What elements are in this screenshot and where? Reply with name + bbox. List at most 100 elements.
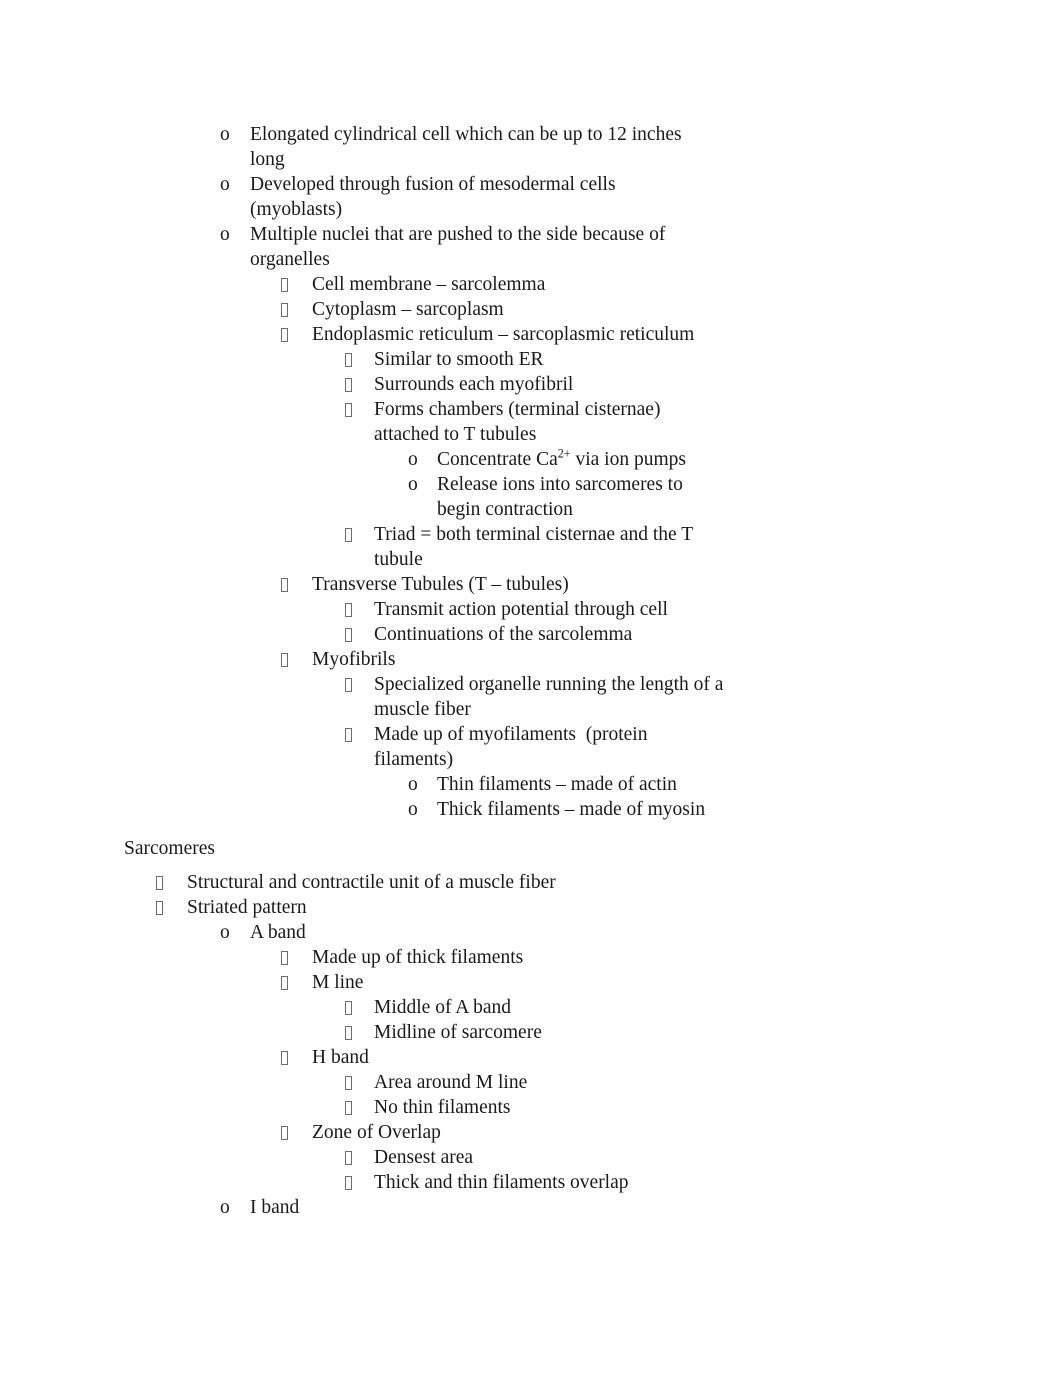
- outline-item-text: Area around M line: [374, 1072, 528, 1093]
- bullet-missing-glyph-icon: [281, 1120, 288, 1145]
- bullet-missing-glyph-icon: [281, 272, 288, 297]
- outline-item: Area around M line: [0, 1070, 1062, 1095]
- tofu-box: [345, 1176, 352, 1190]
- outline-item-text-part: via ion pumps: [570, 449, 686, 470]
- bullet-missing-glyph-icon: [345, 672, 352, 697]
- bullet-missing-glyph-icon: [345, 995, 352, 1020]
- outline-item-text: Made up of thick filaments: [312, 947, 524, 968]
- outline-item: Midline of sarcomere: [0, 1020, 1062, 1045]
- bullet-missing-glyph-icon: [281, 647, 288, 672]
- tofu-box: [156, 876, 163, 890]
- tofu-box: [281, 278, 288, 292]
- bullet-missing-glyph-icon: [281, 572, 288, 597]
- outline-item: Densest area: [0, 1145, 1062, 1170]
- outline-item-text-part: Concentrate Ca: [437, 449, 558, 470]
- bullet-missing-glyph-icon: [345, 1020, 352, 1045]
- outline-item: Continuations of the sarcolemma: [0, 622, 1062, 647]
- outline-item: o Thick filaments – made of myosin: [0, 797, 1062, 822]
- tofu-box: [345, 528, 352, 542]
- outline-item-text: M line: [312, 972, 364, 993]
- outline-item: Specialized organelle running the length…: [0, 672, 1062, 722]
- tofu-box: [281, 303, 288, 317]
- outline-item: No thin filaments: [0, 1095, 1062, 1120]
- bullet-missing-glyph-icon: [345, 1145, 352, 1170]
- document-body: o Elongated cylindrical cell which can be…: [0, 122, 1062, 1220]
- outline-item-text: Endoplasmic reticulum – sarcoplasmic ret…: [312, 324, 695, 345]
- tofu-box: [281, 328, 288, 342]
- tofu-box: [345, 603, 352, 617]
- tofu-box: [345, 628, 352, 642]
- outline-item: o I band: [0, 1195, 1062, 1220]
- bullet-missing-glyph-icon: [345, 597, 352, 622]
- bullet-letter-o-icon: o: [408, 774, 418, 795]
- bullet-missing-glyph-icon: [281, 970, 288, 995]
- outline-item-text: Transmit action potential through cell: [374, 599, 668, 620]
- tofu-box: [345, 728, 352, 742]
- outline-item-text: Thick and thin filaments overlap: [374, 1172, 629, 1193]
- outline-item-text: Transverse Tubules (T – tubules): [312, 574, 569, 595]
- bullet-missing-glyph-icon: [156, 895, 163, 920]
- outline-item: Cell membrane – sarcolemma: [0, 272, 1062, 297]
- heading-gap: [0, 861, 1062, 870]
- outline-item-text: No thin filaments: [374, 1097, 511, 1118]
- tofu-box: [281, 653, 288, 667]
- outline-item-text: Densest area: [374, 1147, 474, 1168]
- tofu-box: [345, 1101, 352, 1115]
- bullet-missing-glyph-icon: [281, 322, 288, 347]
- bullet-letter-o-icon: o: [220, 224, 230, 245]
- bullet-missing-glyph-icon: [345, 1170, 352, 1195]
- outline-item-text: Striated pattern: [187, 897, 307, 918]
- outline-item-text: Triad = both terminal cisternae and the …: [374, 524, 698, 570]
- outline-item: o Multiple nuclei that are pushed to the …: [0, 222, 1062, 272]
- bullet-missing-glyph-icon: [281, 945, 288, 970]
- outline-item: o Elongated cylindrical cell which can be…: [0, 122, 1062, 172]
- outline-item: o A band: [0, 920, 1062, 945]
- outline-item: H band: [0, 1045, 1062, 1070]
- bullet-letter-o-icon: o: [220, 1197, 230, 1218]
- outline-item: Thick and thin filaments overlap: [0, 1170, 1062, 1195]
- tofu-box: [345, 678, 352, 692]
- outline-item-text: Midline of sarcomere: [374, 1022, 542, 1043]
- section-heading: Sarcomeres: [124, 838, 215, 859]
- outline-item: o Developed through fusion of mesodermal …: [0, 172, 1062, 222]
- outline-item-text: Thick filaments – made of myosin: [437, 799, 706, 820]
- bullet-missing-glyph-icon: [345, 397, 352, 422]
- outline-item-text: Multiple nuclei that are pushed to the s…: [250, 224, 671, 270]
- bullet-missing-glyph-icon: [345, 1095, 352, 1120]
- outline-item-text: Forms chambers (terminal cisternae) atta…: [374, 399, 666, 445]
- bullet-missing-glyph-icon: [345, 1070, 352, 1095]
- document-page: o Elongated cylindrical cell which can be…: [0, 0, 1062, 1376]
- outline-item: M line: [0, 970, 1062, 995]
- outline-item: Made up of myofilaments (protein filamen…: [0, 722, 1062, 772]
- outline-item-text: H band: [312, 1047, 369, 1068]
- bullet-missing-glyph-icon: [345, 372, 352, 397]
- outline-item-text: Cytoplasm – sarcoplasm: [312, 299, 504, 320]
- outline-item-text: Concentrate Ca2+ via ion pumps: [437, 447, 707, 472]
- outline-item: Triad = both terminal cisternae and the …: [0, 522, 1062, 572]
- outline-item-text: Myofibrils: [312, 649, 396, 670]
- tofu-box: [345, 403, 352, 417]
- outline-item: o Release ions into sarcomeres to begin c…: [0, 472, 1062, 522]
- bullet-missing-glyph-icon: [281, 297, 288, 322]
- outline-item-text: Middle of A band: [374, 997, 512, 1018]
- outline-item: Transverse Tubules (T – tubules): [0, 572, 1062, 597]
- bullet-letter-o-icon: o: [220, 174, 230, 195]
- outline-item-text: Cell membrane – sarcolemma: [312, 274, 546, 295]
- outline-item: Similar to smooth ER: [0, 347, 1062, 372]
- outline-item: Middle of A band: [0, 995, 1062, 1020]
- bullet-letter-o-icon: o: [220, 922, 230, 943]
- tofu-box: [345, 1076, 352, 1090]
- tofu-box: [345, 1151, 352, 1165]
- bullet-missing-glyph-icon: [345, 722, 352, 747]
- tofu-box: [156, 901, 163, 915]
- bullet-missing-glyph-icon: [281, 1045, 288, 1070]
- outline-item-text: Specialized organelle running the length…: [374, 674, 729, 720]
- outline-item-text: Made up of myofilaments (protein filamen…: [374, 724, 653, 770]
- outline-item: Cytoplasm – sarcoplasm: [0, 297, 1062, 322]
- tofu-box: [281, 578, 288, 592]
- tofu-box: [345, 1026, 352, 1040]
- outline-item-text: Developed through fusion of mesodermal c…: [250, 174, 621, 220]
- outline-item: Forms chambers (terminal cisternae) atta…: [0, 397, 1062, 447]
- outline-item: Transmit action potential through cell: [0, 597, 1062, 622]
- outline-item: Striated pattern: [0, 895, 1062, 920]
